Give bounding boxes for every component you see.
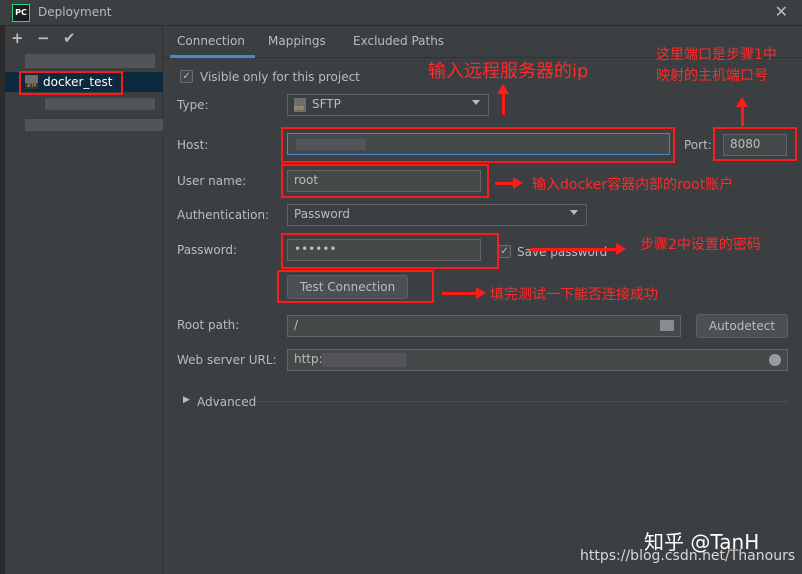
annotation-test-note: 填完测试一下能否连接成功 [490,287,658,303]
annotation-box-server [19,71,123,95]
advanced-section-toggle[interactable]: Advanced [197,395,256,409]
web-server-url-value: http: [294,352,323,366]
annotation-box-username [281,164,489,198]
add-server-button[interactable]: + [11,29,24,47]
pycharm-icon: PC [12,4,30,22]
annotation-box-test-connection [277,270,434,303]
annotation-box-host [281,127,675,163]
globe-icon[interactable] [769,354,781,366]
root-path-label: Root path: [177,318,240,332]
host-label: Host: [177,138,209,152]
username-label: User name: [177,174,247,188]
sftp-icon: SFTP [294,97,306,112]
arrow-up-port [736,97,748,126]
save-password-checkbox[interactable]: ✓ [498,245,511,258]
tab-connection[interactable]: Connection [177,34,245,48]
chevron-right-icon[interactable]: ▶ [183,395,190,405]
arrow-up-host [497,84,509,115]
root-path-input[interactable]: / [287,315,681,337]
active-tab-indicator [170,55,255,58]
authentication-label: Authentication: [177,208,270,222]
annotation-port-note-1: 这里端口是步骤1中 [656,47,777,63]
type-value: SFTP [312,97,341,111]
authentication-value: Password [294,207,351,221]
title-bar: PC Deployment ✕ [0,0,802,26]
folder-icon[interactable] [660,320,674,331]
tab-mappings[interactable]: Mappings [268,34,326,48]
csdn-watermark: https://blog.csdn.net/Thanours [580,548,796,564]
type-select[interactable]: SFTP SFTP [287,94,489,116]
web-server-url-input[interactable]: http: [287,349,788,371]
blurred-server-item [25,54,155,68]
remove-server-button[interactable]: − [37,29,50,47]
annotation-box-password [281,233,499,269]
chevron-down-icon [472,100,480,105]
tab-excluded-paths[interactable]: Excluded Paths [353,34,444,48]
annotation-password-note: 步骤2中设置的密码 [640,237,761,253]
type-label: Type: [177,98,209,112]
annotation-port-note-2: 映射的主机端口号 [656,68,768,84]
password-label: Password: [177,243,238,257]
web-server-url-label: Web server URL: [177,353,277,367]
arrow-right-test [442,287,486,299]
arrow-right-username [495,177,523,189]
visible-only-label: Visible only for this project [200,70,360,84]
advanced-divider [256,401,788,402]
root-path-value: / [294,318,299,332]
authentication-select[interactable]: Password [287,204,587,226]
port-label: Port: [684,138,712,152]
blurred-server-item [45,98,155,110]
chevron-down-icon [570,210,578,215]
arrow-right-password [530,243,626,255]
autodetect-button[interactable]: Autodetect [696,314,788,338]
blurred-url-value [322,353,406,367]
annotation-host-note: 输入远程服务器的ip [428,61,589,82]
apply-button[interactable]: ✔ [63,29,76,47]
visible-only-checkbox[interactable]: ✓ [180,70,193,83]
blurred-server-item [25,119,163,131]
window-title: Deployment [38,5,112,19]
annotation-username-note: 输入docker容器内部的root账户 [532,177,734,193]
server-list-panel: + − ✔ docker_test [5,26,163,574]
annotation-box-port [713,127,797,161]
close-icon[interactable]: ✕ [775,2,788,21]
